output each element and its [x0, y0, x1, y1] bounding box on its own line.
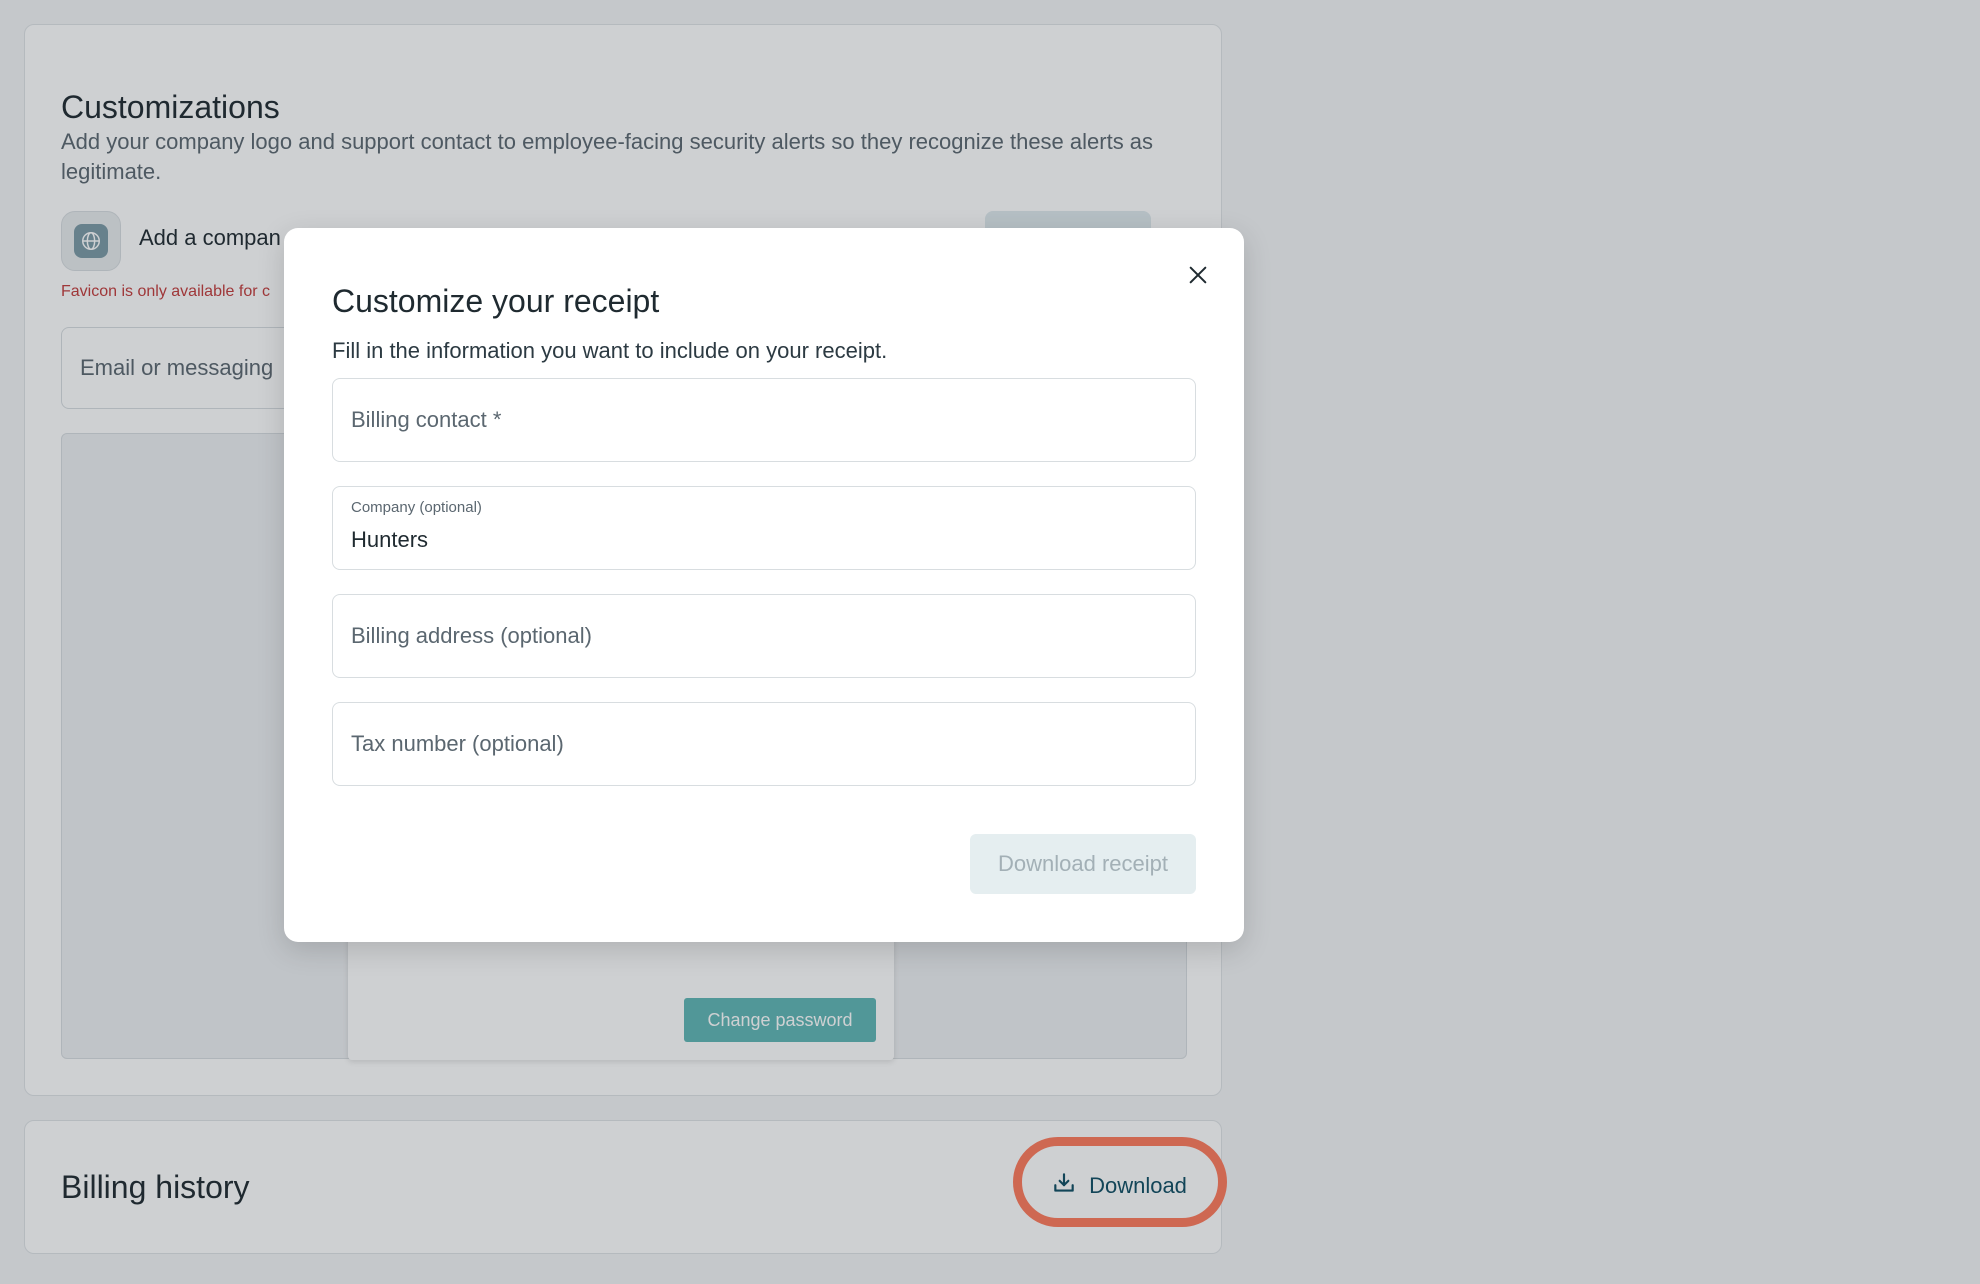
- close-icon: [1187, 264, 1209, 289]
- company-field-label: Company (optional): [351, 499, 482, 516]
- close-button[interactable]: [1180, 258, 1216, 294]
- customize-receipt-modal: Customize your receipt Fill in the infor…: [284, 228, 1244, 942]
- tax-number-field[interactable]: Tax number (optional): [332, 702, 1196, 786]
- modal-title: Customize your receipt: [332, 283, 660, 319]
- billing-contact-placeholder: Billing contact *: [351, 407, 502, 432]
- billing-address-placeholder: Billing address (optional): [351, 623, 592, 648]
- modal-description: Fill in the information you want to incl…: [332, 338, 888, 363]
- company-field[interactable]: Company (optional) Hunters: [332, 486, 1196, 570]
- company-field-value: Hunters: [351, 527, 429, 552]
- billing-contact-field[interactable]: Billing contact *: [332, 378, 1196, 462]
- billing-address-field[interactable]: Billing address (optional): [332, 594, 1196, 678]
- tax-number-placeholder: Tax number (optional): [351, 731, 564, 756]
- download-receipt-button[interactable]: Download receipt: [970, 834, 1196, 894]
